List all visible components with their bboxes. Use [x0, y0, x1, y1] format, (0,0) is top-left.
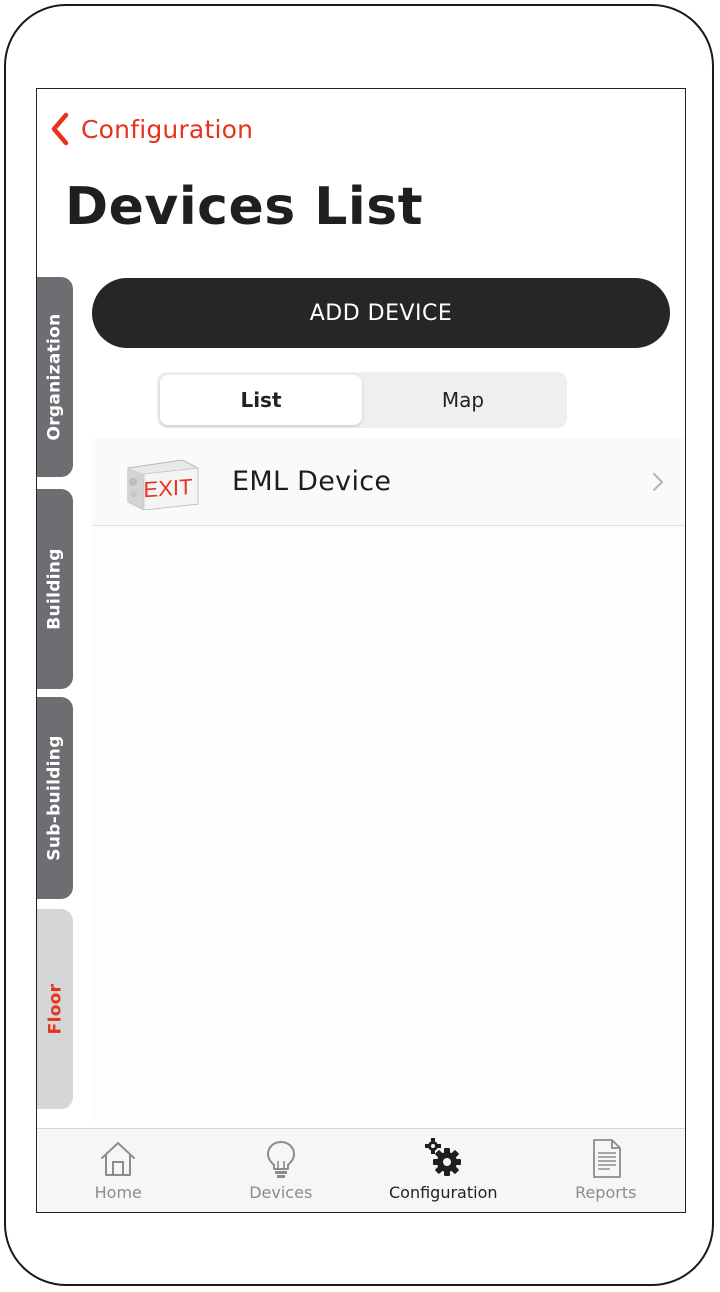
lightbulb-icon	[266, 1141, 295, 1178]
view-toggle-map[interactable]: Map	[362, 375, 564, 425]
view-toggle: List Map	[157, 372, 567, 428]
tab-label: Devices	[249, 1183, 313, 1202]
tab-reports[interactable]: Reports	[531, 1129, 681, 1202]
tab-bar: Home Devices Configuration Reports	[37, 1128, 685, 1212]
app-screen: Configuration Devices List Organization …	[36, 88, 686, 1213]
home-icon	[101, 1142, 136, 1176]
tab-label: Home	[94, 1183, 142, 1202]
tab-home[interactable]: Home	[43, 1129, 193, 1202]
side-tab-label: Building	[45, 548, 66, 630]
side-tab-label: Sub-building	[45, 735, 65, 861]
back-button[interactable]: Configuration	[49, 111, 253, 147]
device-name: EML Device	[232, 466, 392, 497]
tab-label: Reports	[575, 1183, 637, 1202]
tab-label: Configuration	[388, 1183, 498, 1202]
page-title: Devices List	[65, 177, 424, 237]
side-tab-building[interactable]: Building	[37, 489, 73, 689]
back-button-label: Configuration	[81, 114, 254, 144]
device-list-item[interactable]: EXIT EML Device	[92, 438, 685, 526]
exit-sign-icon: EXIT	[127, 458, 199, 510]
add-device-button[interactable]: ADD DEVICE	[92, 278, 670, 348]
side-tab-floor[interactable]: Floor	[37, 909, 73, 1109]
document-icon	[592, 1139, 621, 1178]
view-toggle-list[interactable]: List	[160, 375, 362, 425]
side-tab-label: Floor	[45, 983, 65, 1035]
side-tab-sub-building[interactable]: Sub-building	[37, 697, 73, 899]
side-tab-organization[interactable]: Organization	[37, 277, 73, 477]
tab-devices[interactable]: Devices	[206, 1129, 356, 1202]
side-tab-label: Organization	[45, 313, 66, 441]
device-list-area	[92, 526, 685, 1126]
chevron-right-icon	[653, 472, 663, 491]
gears-icon	[425, 1138, 462, 1176]
chevron-left-icon	[51, 112, 69, 146]
tab-configuration[interactable]: Configuration	[368, 1129, 518, 1202]
exit-sign-text: EXIT	[144, 473, 193, 501]
